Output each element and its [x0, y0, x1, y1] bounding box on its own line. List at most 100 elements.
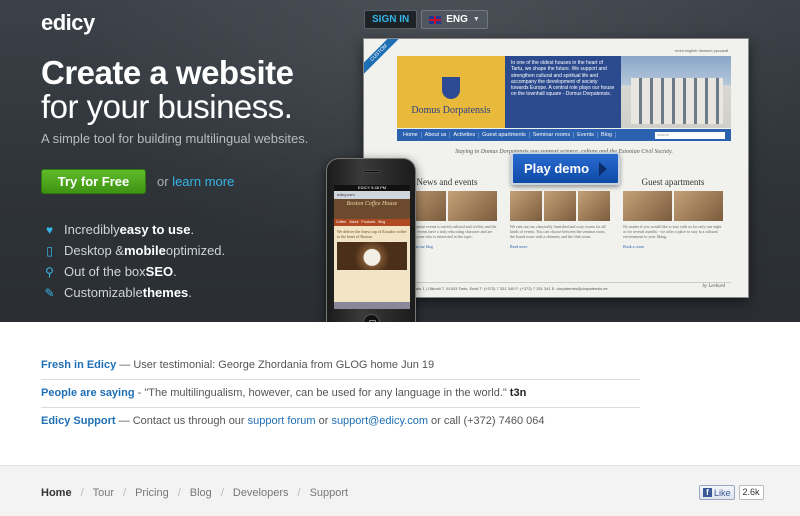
footer-nav-developers[interactable]: Developers	[233, 487, 289, 499]
nav-separator: /	[177, 487, 181, 499]
preview-column-link: Read more	[510, 243, 528, 249]
like-count: 2.6k	[738, 485, 764, 500]
preview-nav-item: Guest apartments	[479, 132, 530, 138]
preview-column-link: Book a room	[623, 243, 644, 249]
like-label: Like	[714, 487, 731, 498]
preview-column-title: Guest apartments	[641, 177, 705, 187]
wrench-icon: ✎	[44, 285, 55, 300]
phone-screen: EDICY 5:48 PM edicy.com Boston Coffee Ho…	[334, 185, 410, 309]
footer-nav-home[interactable]: Home	[41, 487, 72, 499]
feature-text: Out of the box	[64, 264, 146, 279]
preview-language-links: eesti english deutsch русский	[675, 48, 728, 53]
preview-nav-item: About us	[422, 132, 451, 138]
news-quote: "The multilingualism, however, can be us…	[144, 387, 507, 399]
feature-bold: mobile	[123, 243, 166, 258]
preview-footer-text: Raekoja plats 1 | Ülikooli 7, 51003 Tart…	[397, 286, 608, 291]
language-label: ENG	[446, 14, 468, 25]
facebook-icon: f	[703, 488, 712, 497]
news-item: Edicy Support — Contact us through our s…	[41, 407, 640, 435]
search-icon: ⚲	[45, 264, 54, 279]
feature-list: ♥ Incredibly easy to use. ▯ Desktop & mo…	[43, 219, 225, 303]
phone-home-button	[363, 314, 380, 322]
preview-site-title: Domus Dorpatensis	[411, 105, 491, 116]
support-forum-link[interactable]: support forum	[248, 415, 316, 427]
people-are-saying-link[interactable]: People are saying	[41, 387, 135, 399]
phone-site-nav: Coffee About Products Blog	[334, 219, 410, 226]
feature-bold: SEO	[145, 264, 174, 279]
preview-nav-item: Blog	[598, 132, 616, 138]
news-item: People are saying - "The multilingualism…	[41, 379, 640, 407]
footer-nav-pricing[interactable]: Pricing	[135, 487, 169, 499]
quote-author: t3n	[509, 387, 527, 399]
feature-item: ✎ Customizable themes.	[43, 282, 225, 303]
nav-separator: /	[123, 487, 127, 499]
facebook-like-button[interactable]: f Like	[699, 485, 735, 500]
sign-in-button[interactable]: SIGN IN	[364, 10, 418, 29]
preview-column: Seminar rooms We rent out our classicall…	[510, 177, 610, 249]
feature-bold: easy to use	[119, 222, 191, 237]
phone-nav-item: Products	[361, 220, 376, 224]
feature-item: ⚲ Out of the box SEO.	[43, 261, 225, 282]
footer-nav-tour[interactable]: Tour	[93, 487, 114, 499]
phone-body-text: We deliver the finest cup of Ecuador cof…	[337, 229, 407, 240]
try-for-free-button[interactable]: Try for Free	[41, 169, 146, 194]
news-item: Fresh in Edicy — User testimonial: Georg…	[41, 351, 640, 379]
feature-item: ▯ Desktop & mobile optimized.	[43, 240, 225, 261]
learn-more-line: or learn more	[157, 174, 234, 189]
language-selector[interactable]: ENG ▼	[421, 10, 488, 29]
preview-column: Guest apartments No matter if you would …	[623, 177, 723, 249]
preview-footer: Raekoja plats 1 | Ülikooli 7, 51003 Tart…	[397, 282, 731, 291]
phone-toolbar	[334, 302, 410, 309]
edicy-support-link[interactable]: Edicy Support	[41, 415, 116, 427]
nav-separator: /	[80, 487, 84, 499]
hero-section: edicy SIGN IN ENG ▼ Create a website for…	[0, 0, 800, 322]
phone-nav-item: Blog	[378, 220, 386, 224]
fresh-in-edicy-link[interactable]: Fresh in Edicy	[41, 359, 116, 371]
coffee-cup-image	[337, 242, 407, 271]
nav-separator: /	[297, 487, 301, 499]
preview-column-photos	[510, 191, 610, 221]
news-text: User testimonial: George Zhordania from …	[133, 359, 399, 371]
learn-more-link[interactable]: learn more	[172, 174, 234, 189]
caret-down-icon: ▼	[472, 16, 480, 23]
phone-icon: ▯	[46, 243, 53, 258]
preview-nav-item: Home	[400, 132, 422, 138]
feature-bold: themes	[142, 285, 189, 300]
feature-item: ♥ Incredibly easy to use.	[43, 219, 225, 240]
preview-logo-panel: Domus Dorpatensis	[397, 56, 505, 128]
facebook-like-widget: f Like 2.6k	[699, 485, 764, 500]
preview-search-box: search	[655, 131, 725, 139]
phone-site-title: Boston Coffee House	[334, 199, 410, 219]
phone-site-body: We deliver the finest cup of Ecuador cof…	[334, 226, 410, 273]
feature-text: Incredibly	[64, 222, 120, 237]
crest-icon	[442, 77, 460, 99]
phone-url-bar: edicy.com	[334, 191, 410, 199]
feature-text: Customizable	[64, 285, 143, 300]
preview-header: Domus Dorpatensis In one of the oldest h…	[397, 56, 731, 128]
footer-nav-blog[interactable]: Blog	[190, 487, 212, 499]
preview-building-photo	[621, 56, 731, 128]
mobile-site-preview: EDICY 5:48 PM edicy.com Boston Coffee Ho…	[326, 158, 416, 322]
play-arrow-icon	[599, 161, 608, 176]
support-email-link[interactable]: support@edicy.com	[331, 415, 428, 427]
nav-separator: /	[220, 487, 224, 499]
news-text: Contact us through our	[132, 415, 248, 427]
feature-text: .	[190, 222, 195, 237]
edicy-logo[interactable]: edicy	[41, 10, 95, 36]
uk-flag-icon	[429, 15, 442, 24]
news-separator: —	[116, 359, 134, 371]
feature-text: .	[173, 264, 177, 279]
footer-nav-support[interactable]: Support	[310, 487, 349, 499]
footer: Home / Tour / Pricing / Blog / Developer…	[0, 465, 800, 516]
phone-speaker	[363, 170, 381, 173]
play-demo-button[interactable]: Play demo	[511, 152, 620, 185]
tagline: A simple tool for building multilingual …	[41, 131, 309, 146]
preview-column-photos	[623, 191, 723, 221]
headline-bold: Create a website	[41, 54, 294, 91]
news-separator: —	[115, 415, 133, 427]
feature-text: Desktop &	[64, 243, 124, 258]
news-text: or	[315, 415, 332, 427]
preview-nav-item: Seminar rooms	[530, 132, 575, 138]
preview-blurb: In one of the oldest houses in the heart…	[505, 56, 621, 128]
preview-signature: by Leebard	[702, 284, 725, 289]
